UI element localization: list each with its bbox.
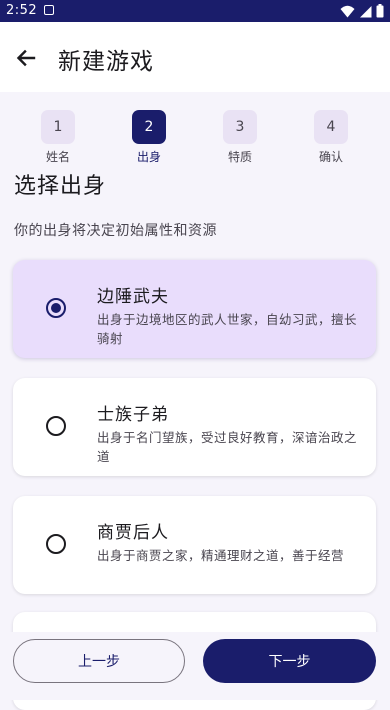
status-bar: 2:52 <box>0 0 390 22</box>
radio-dot <box>51 303 61 313</box>
option-title: 士族子弟 <box>97 405 169 425</box>
step-name[interactable]: 1 姓名 <box>28 110 88 165</box>
radio-button[interactable] <box>46 534 66 554</box>
section-subtitle: 你的出身将决定初始属性和资源 <box>14 223 217 239</box>
option-description: 出身于商贾之家，精通理财之道，善于经营 <box>97 548 345 563</box>
bottom-bar: 上一步 下一步 <box>0 632 390 700</box>
wifi-icon <box>340 5 355 17</box>
back-button[interactable] <box>12 44 40 72</box>
option-title: 边陲武夫 <box>97 287 169 307</box>
step-label: 姓名 <box>45 150 70 164</box>
step-label: 特质 <box>227 150 252 164</box>
step-origin[interactable]: 2 出身 <box>119 110 179 165</box>
arrow-left-icon <box>16 49 36 67</box>
origin-option-card[interactable]: 商贾后人 出身于商贾之家，精通理财之道，善于经营 <box>13 496 376 594</box>
radio-button[interactable] <box>46 298 66 318</box>
radio-button[interactable] <box>46 416 66 436</box>
next-step-button[interactable]: 下一步 <box>203 639 376 683</box>
app-bar: 新建游戏 <box>0 22 390 92</box>
step-confirm[interactable]: 4 确认 <box>301 110 361 165</box>
option-description: 出身于名门望族，受过良好教育，深谙治政之道 <box>97 430 358 464</box>
page-title: 新建游戏 <box>58 49 154 75</box>
step-number: 1 <box>41 110 75 144</box>
origin-option-card[interactable]: 边陲武夫 出身于边境地区的武人世家，自幼习武，擅长骑射 <box>13 260 376 358</box>
step-traits[interactable]: 3 特质 <box>210 110 270 165</box>
option-title: 商贾后人 <box>97 523 169 543</box>
previous-step-button[interactable]: 上一步 <box>13 639 185 683</box>
stepper: 1 姓名 2 出身 3 特质 4 确认 <box>0 92 390 164</box>
step-label: 确认 <box>318 150 343 164</box>
step-number: 2 <box>132 110 166 144</box>
step-number: 3 <box>223 110 257 144</box>
status-time: 2:52 <box>6 3 38 18</box>
origin-option-card[interactable]: 士族子弟 出身于名门望族，受过良好教育，深谙治政之道 <box>13 378 376 476</box>
signal-icon <box>360 5 372 17</box>
option-description: 出身于边境地区的武人世家，自幼习武，擅长骑射 <box>97 312 358 346</box>
section-title: 选择出身 <box>14 174 107 199</box>
status-icons <box>340 4 384 18</box>
step-number: 4 <box>314 110 348 144</box>
battery-icon <box>376 4 384 18</box>
step-label: 出身 <box>136 150 161 164</box>
download-box-icon <box>44 5 54 15</box>
